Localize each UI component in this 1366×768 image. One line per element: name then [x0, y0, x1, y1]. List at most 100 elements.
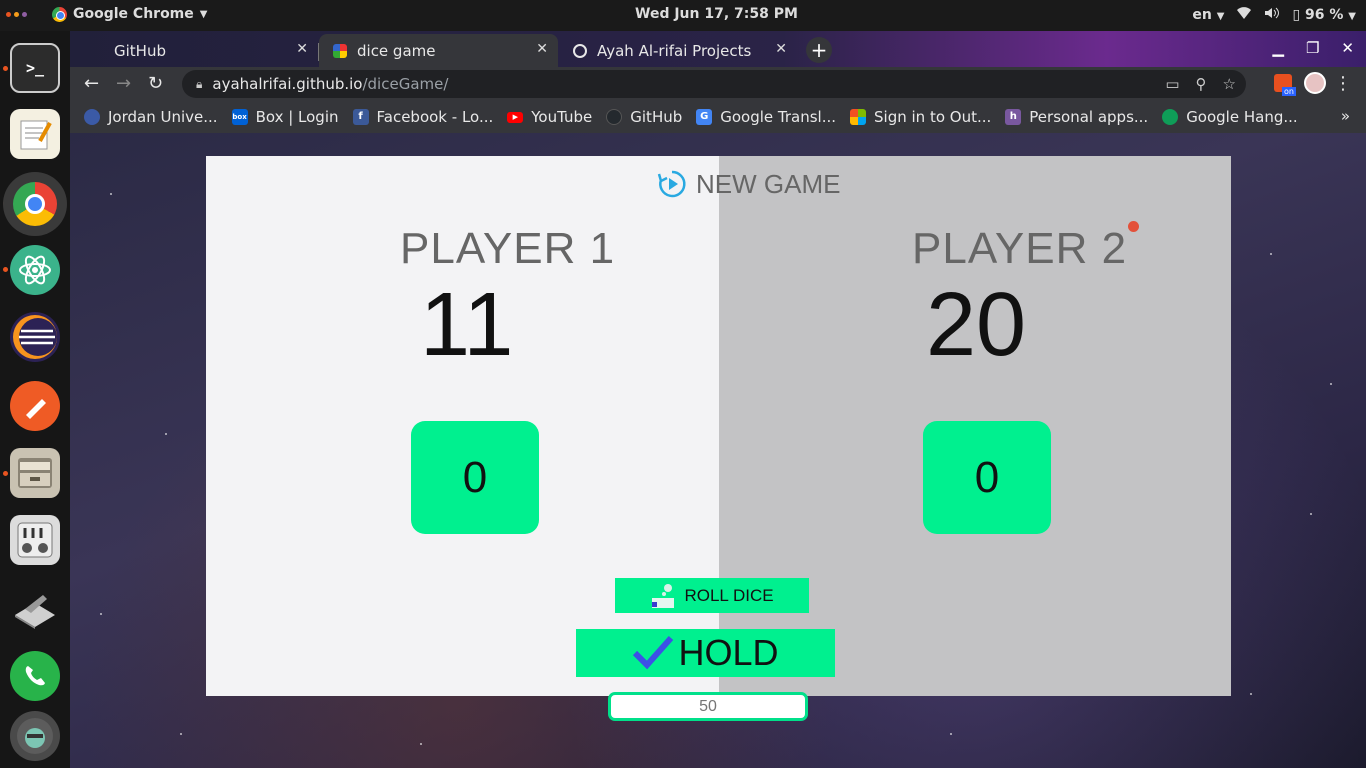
running-indicator [3, 66, 8, 71]
tab-ayah-projects[interactable]: Ayah Al-rifai Projects ✕ [559, 34, 797, 67]
back-icon[interactable]: ← [84, 73, 99, 94]
checkmark-icon [633, 636, 674, 670]
terminal-icon[interactable]: >_ [10, 43, 60, 93]
tab-github[interactable]: GitHub ✕ [80, 34, 319, 67]
player-2-name: PLAYER 2 [912, 224, 1128, 273]
zoom-icon[interactable]: ⚲ [1196, 75, 1207, 93]
final-score-input[interactable] [608, 692, 808, 721]
user-avatar-icon[interactable] [10, 711, 60, 761]
player-2-panel: PLAYER 2 20 0 [719, 156, 1231, 696]
app-menu-label: Google Chrome [73, 6, 194, 22]
postman-icon[interactable] [10, 381, 60, 431]
bookmark-box[interactable]: box Box | Login [231, 108, 339, 126]
bookmarks-bar: Jordan Unive... box Box | Login f Facebook… [70, 101, 1366, 133]
mixer-icon[interactable] [10, 515, 60, 565]
page-background: PLAYER 1 11 0 PLAYER 2 20 0 NEW GAME ROL… [70, 133, 1366, 768]
atom-icon[interactable] [10, 245, 60, 295]
extension-on-icon[interactable]: on [1274, 74, 1296, 96]
dock: >_ [0, 31, 70, 768]
omnibox-actions: ▭ ⚲ ☆ [1165, 75, 1236, 93]
battery-icon: ▯ [1292, 7, 1301, 23]
roll-dice-label: ROLL DICE [684, 585, 774, 605]
hangouts-icon [1162, 109, 1179, 125]
ju-icon [84, 109, 100, 125]
reload-icon[interactable]: ↻ [148, 73, 163, 94]
dice-roll-icon [652, 583, 675, 608]
close-icon[interactable]: ✕ [296, 41, 308, 57]
tab-label: Ayah Al-rifai Projects [597, 41, 752, 60]
new-game-label: NEW GAME [696, 168, 841, 199]
tab-dice-game[interactable]: dice game ✕ [319, 34, 558, 67]
hold-button[interactable]: HOLD [576, 629, 835, 677]
tab-label: dice game [357, 41, 436, 60]
wifi-icon [1236, 6, 1252, 24]
globe-icon [573, 43, 587, 58]
cast-icon[interactable]: ▭ [1165, 75, 1179, 93]
more-bookmarks-icon[interactable]: » [1341, 107, 1350, 125]
player-1-score: 11 [420, 275, 514, 375]
bookmark-hangouts[interactable]: Google Hang... [1162, 108, 1298, 126]
new-game-button[interactable]: NEW GAME [656, 168, 840, 200]
facebook-icon: f [352, 109, 369, 125]
phone-icon[interactable] [10, 651, 60, 701]
url-host: ayahalrifai.github.io [212, 75, 363, 93]
forward-icon[interactable]: → [116, 73, 131, 94]
microsoft-icon [850, 109, 867, 125]
extensions: on [1274, 72, 1326, 96]
bookmark-outlook[interactable]: Sign in to Out... [850, 108, 991, 126]
bookmark-jordan-university[interactable]: Jordan Unive... [84, 108, 218, 126]
profile-avatar-icon[interactable] [1304, 72, 1326, 94]
active-player-dot [1128, 221, 1139, 232]
player-1-current-box: 0 [411, 421, 539, 534]
running-indicator [3, 471, 8, 476]
roll-dice-button[interactable]: ROLL DICE [615, 578, 809, 613]
minimize-icon[interactable]: ▁ [1272, 39, 1284, 57]
player-1-panel: PLAYER 1 11 0 [206, 156, 719, 696]
url-path: /diceGame/ [362, 75, 449, 93]
chevron-down-icon: ▼ [199, 8, 208, 20]
hold-label: HOLD [678, 632, 779, 673]
window-controls: ▁ ❐ ✕ [1272, 39, 1354, 57]
chrome-menu-icon[interactable]: ⋮ [1334, 73, 1352, 94]
maximize-icon[interactable]: ❐ [1306, 39, 1319, 57]
clock[interactable]: Wed Jun 17, 7:58 PM [635, 6, 798, 22]
player-1-current-score: 0 [462, 452, 488, 502]
heroku-icon: h [1005, 109, 1022, 125]
new-tab-button[interactable]: + [806, 37, 832, 63]
text-editor-icon[interactable] [10, 109, 60, 159]
player-2-score: 20 [926, 275, 1027, 375]
settings-tools-icon[interactable] [10, 584, 60, 634]
bookmark-youtube[interactable]: ▶ YouTube [507, 108, 592, 126]
youtube-icon: ▶ [507, 111, 524, 123]
close-icon[interactable]: ✕ [536, 41, 548, 57]
bookmark-google-translate[interactable]: G Google Transl... [696, 108, 836, 126]
chrome-icon[interactable] [3, 172, 67, 236]
dice-game: PLAYER 1 11 0 PLAYER 2 20 0 NEW GAME ROL… [206, 156, 1231, 696]
close-window-icon[interactable]: ✕ [1341, 39, 1354, 57]
restart-icon [657, 170, 686, 198]
activities-dots[interactable] [6, 12, 27, 17]
bookmark-facebook[interactable]: f Facebook - Lo... [352, 108, 493, 126]
bookmark-heroku[interactable]: h Personal apps... [1005, 108, 1148, 126]
keyboard-layout[interactable]: en ▼ [1192, 7, 1224, 23]
volume-icon [1264, 6, 1280, 24]
files-icon[interactable] [10, 448, 60, 498]
bookmark-star-icon[interactable]: ☆ [1223, 75, 1236, 93]
system-top-bar: Google Chrome ▼ Wed Jun 17, 7:58 PM en ▼… [0, 0, 1366, 31]
google-translate-icon: G [696, 109, 713, 125]
battery-status: ▯ 96 % ▼ [1292, 7, 1356, 23]
player-2-current-box: 0 [923, 421, 1051, 534]
player-2-current-score: 0 [974, 452, 1000, 502]
lock-icon[interactable]: 🔒︎ [196, 77, 202, 92]
system-tray[interactable]: en ▼ ▯ 96 % ▼ [1192, 6, 1356, 24]
box-icon: box [231, 109, 248, 125]
github-icon [606, 109, 623, 125]
address-bar[interactable]: 🔒︎ ayahalrifai.github.io/diceGame/ ▭ ⚲ ☆ [182, 70, 1246, 98]
app-menu[interactable]: Google Chrome ▼ [52, 6, 207, 22]
eclipse-icon[interactable] [10, 312, 60, 362]
navigation-bar: ← → ↻ 🔒︎ ayahalrifai.github.io/diceGame/… [70, 67, 1366, 101]
close-icon[interactable]: ✕ [775, 41, 787, 57]
player-1-name: PLAYER 1 [400, 224, 616, 273]
bookmark-github[interactable]: GitHub [606, 108, 682, 126]
running-indicator [3, 267, 8, 272]
